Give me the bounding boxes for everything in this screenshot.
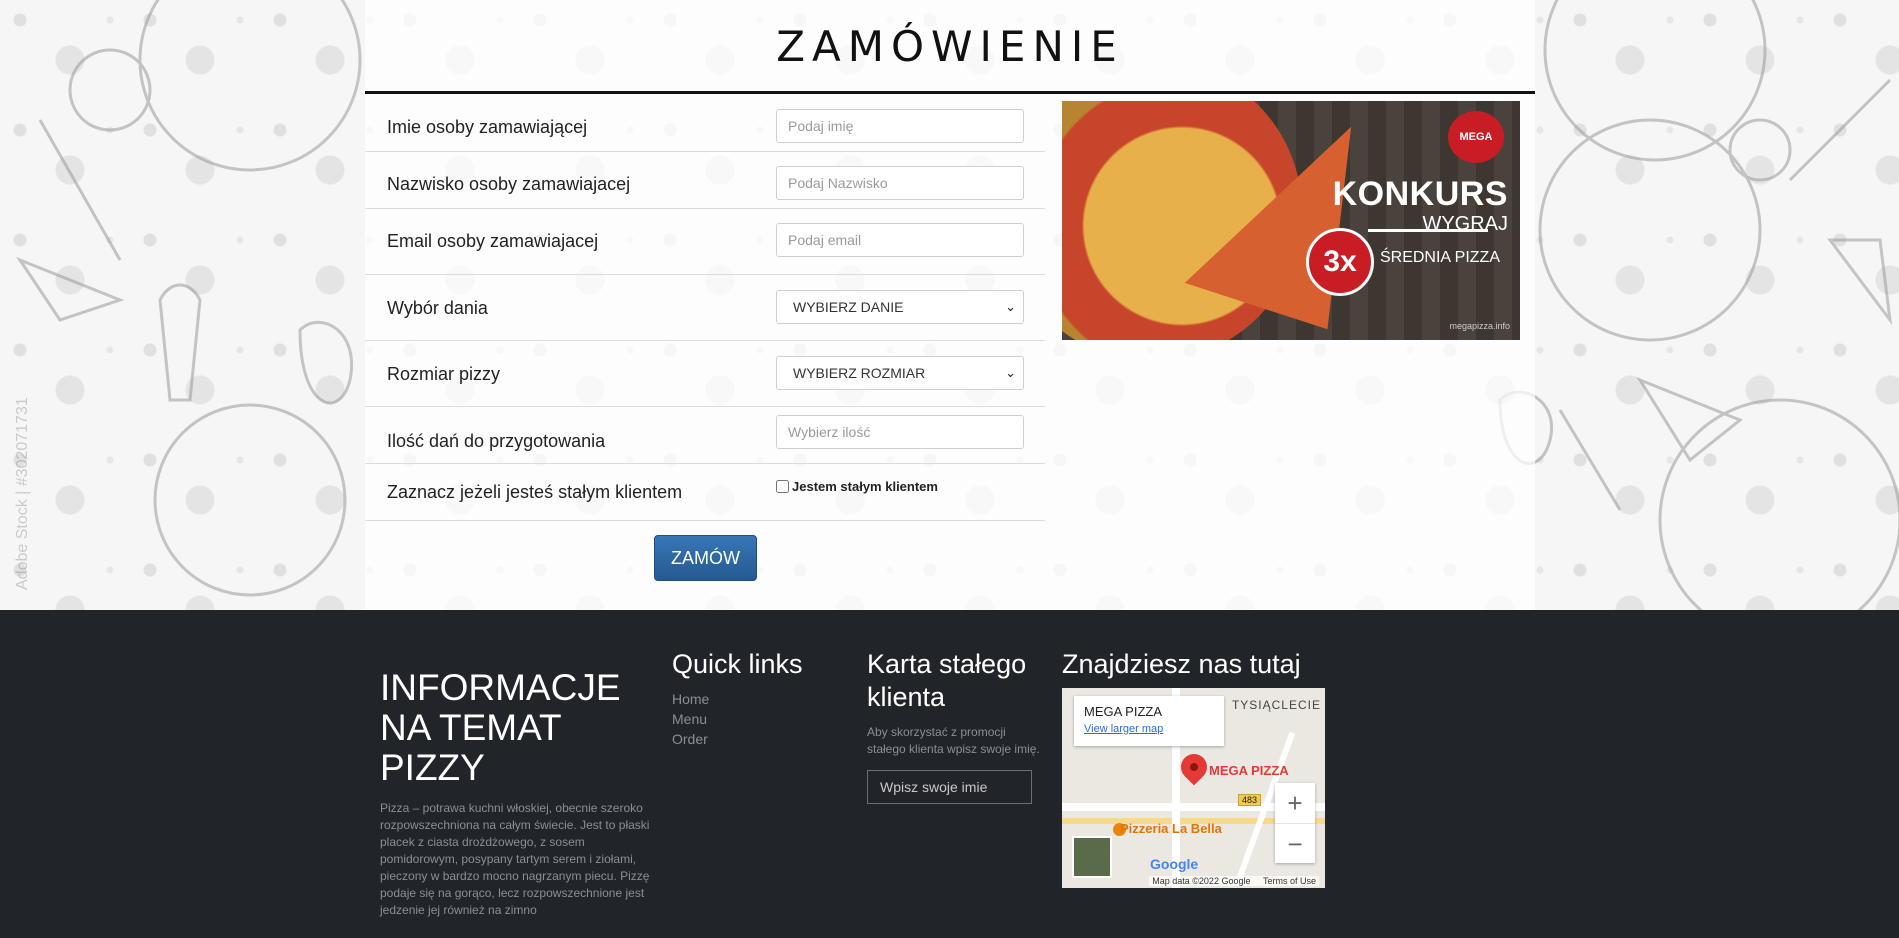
map-pin-label: MEGA PIZZA: [1209, 763, 1289, 778]
loyal-checkbox-group[interactable]: Jestem stałym klientem: [776, 479, 938, 494]
size-select[interactable]: WYBIERZ ROZMIAR: [776, 356, 1024, 390]
zoom-in-button[interactable]: +: [1275, 783, 1315, 823]
map-attribution: Map data ©2022 Google Terms of Use: [1149, 876, 1319, 886]
title-divider: [365, 91, 1535, 94]
promo-subheadline: WYGRAJ: [1422, 213, 1508, 235]
map-info-card: MEGA PIZZA View larger map: [1074, 696, 1224, 746]
map-place-name: MEGA PIZZA: [1084, 704, 1163, 719]
size-select-wrap: WYBIERZ ROZMIAR ⌄: [776, 356, 1024, 390]
footer-info-text: Pizza – potrawa kuchni włoskiej, obecnie…: [380, 801, 650, 917]
promo-prize: ŚREDNIA PIZZA: [1379, 249, 1500, 266]
last-name-label: Nazwisko osoby zamawiajacej: [387, 174, 631, 194]
map-zoom-controls: + −: [1275, 783, 1315, 863]
loyalty-heading: Karta stałego klienta: [867, 649, 1027, 712]
promo-badge: 3x: [1306, 228, 1374, 296]
map-terms-link[interactable]: Terms of Use: [1263, 876, 1316, 886]
form-row-quantity: Ilość dań do przygotowania: [365, 407, 1045, 464]
location-heading: Znajdziesz nas tutaj: [1062, 649, 1301, 679]
footer-quick-links: Quick links Home Menu Order: [672, 648, 842, 749]
quantity-label: Ilość dań do przygotowania: [387, 431, 606, 451]
footer-loyalty: Karta stałego klienta Aby skorzystać z p…: [867, 648, 1042, 804]
footer-info-heading: INFORMACJE NA TEMAT PIZZY: [380, 667, 621, 788]
dish-select[interactable]: WYBIERZ DANIE: [776, 290, 1024, 324]
loyalty-name-input[interactable]: [867, 770, 1032, 804]
last-name-input[interactable]: [776, 166, 1024, 200]
promo-headline: KONKURS: [1332, 175, 1508, 213]
map-data-credit: Map data ©2022 Google: [1152, 876, 1251, 886]
first-name-input[interactable]: [776, 109, 1024, 143]
map-district-label: TYSIĄCLECIE: [1231, 698, 1321, 712]
google-logo: Google: [1150, 856, 1199, 872]
satellite-toggle[interactable]: [1072, 836, 1112, 878]
form-row-size: Rozmiar pizzy WYBIERZ ROZMIAR ⌄: [365, 341, 1045, 407]
order-form: Imie osoby zamawiającej Nazwisko osoby z…: [365, 95, 1045, 521]
first-name-label: Imie osoby zamawiającej: [387, 117, 588, 137]
form-row-last-name: Nazwisko osoby zamawiajacej: [365, 152, 1045, 209]
form-row-dish: Wybór dania WYBIERZ DANIE ⌄: [365, 275, 1045, 341]
form-row-loyal: Zaznacz jeżeli jesteś stałym klientem Je…: [365, 464, 1045, 521]
loyal-checkbox-label: Jestem stałym klientem: [792, 479, 938, 494]
loyal-checkbox[interactable]: [776, 480, 789, 493]
promo-banner[interactable]: MEGA KONKURS WYGRAJ 3x ŚREDNIA PIZZA meg…: [1062, 101, 1520, 340]
form-row-email: Email osoby zamawiajacej: [365, 209, 1045, 275]
email-input[interactable]: [776, 223, 1024, 257]
promo-site: megapizza.info: [1449, 321, 1510, 331]
order-submit-button[interactable]: ZAMÓW: [654, 535, 757, 581]
footer-link-order[interactable]: Order: [672, 729, 842, 749]
promo-logo: MEGA: [1448, 111, 1504, 163]
quantity-input[interactable]: [776, 415, 1024, 449]
watermark: Adobe Stock | #302071731: [14, 397, 31, 590]
dish-select-wrap: WYBIERZ DANIE ⌄: [776, 290, 1024, 324]
form-row-first-name: Imie osoby zamawiającej: [365, 95, 1045, 152]
size-label: Rozmiar pizzy: [387, 364, 501, 384]
quick-links-heading: Quick links: [672, 649, 803, 679]
view-larger-map-link[interactable]: View larger map: [1084, 723, 1214, 735]
footer: INFORMACJE NA TEMAT PIZZY Pizza – potraw…: [0, 610, 1899, 938]
map-road-number: 483: [1238, 794, 1262, 806]
dish-label: Wybór dania: [387, 298, 488, 318]
map-embed[interactable]: TYSIĄCLECIE MEGA PIZZA View larger map M…: [1062, 688, 1325, 888]
email-label: Email osoby zamawiajacej: [387, 231, 599, 251]
loyal-label: Zaznacz jeżeli jesteś stałym klientem: [387, 482, 683, 502]
footer-info: INFORMACJE NA TEMAT PIZZY Pizza – potraw…: [380, 668, 650, 919]
footer-link-home[interactable]: Home: [672, 689, 842, 709]
page-title: ZAMÓWIENIE: [776, 22, 1124, 71]
loyalty-text: Aby skorzystać z promocji stałego klient…: [867, 725, 1040, 756]
zoom-out-button[interactable]: −: [1275, 823, 1315, 864]
footer-location: Znajdziesz nas tutaj: [1062, 648, 1342, 681]
footer-link-menu[interactable]: Menu: [672, 709, 842, 729]
map-poi-label[interactable]: Pizzeria La Bella: [1120, 821, 1222, 836]
map-pin-icon[interactable]: [1175, 748, 1213, 786]
